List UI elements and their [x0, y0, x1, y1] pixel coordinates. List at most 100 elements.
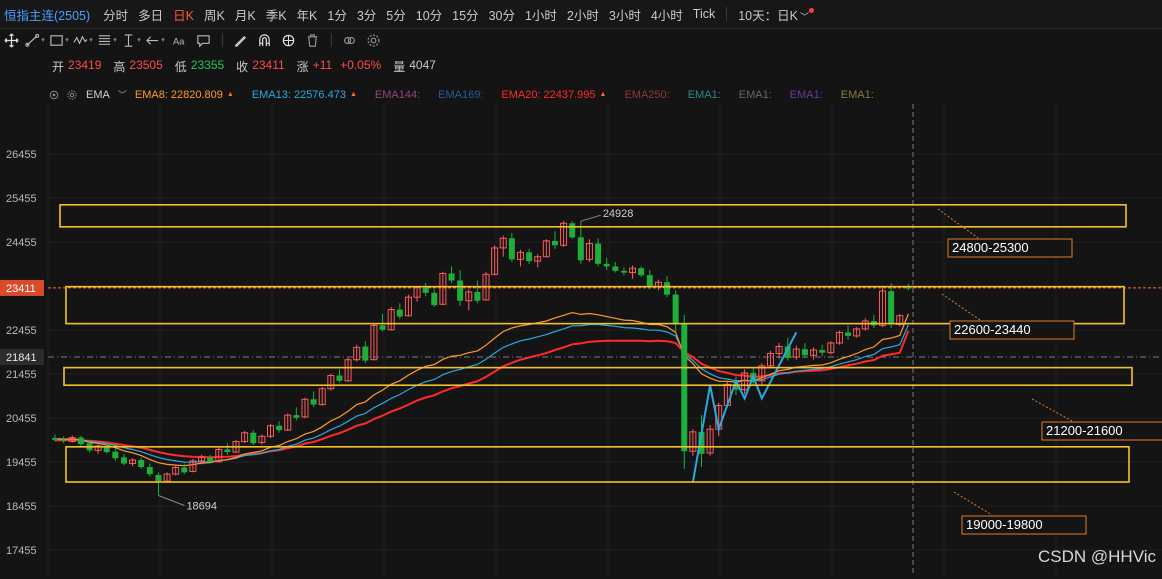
ema-legend-item[interactable]: EMA144:	[375, 89, 420, 101]
y-tick-label: 19455	[6, 457, 37, 469]
ema-value: 22820.809	[170, 88, 223, 101]
candle-body	[379, 325, 386, 330]
timeframe-tab[interactable]: 2小时	[562, 5, 604, 24]
settings-icon[interactable]	[66, 89, 78, 101]
timeframe-tab[interactable]: 3小时	[604, 5, 646, 24]
ema-label: EMA1:	[789, 88, 823, 101]
timeframe-tab[interactable]: 5分	[381, 5, 410, 24]
magnet-icon[interactable]	[253, 30, 275, 50]
timeframe-tab[interactable]: 4小时	[646, 5, 688, 24]
candle-body	[138, 460, 145, 468]
candle-body	[551, 240, 558, 246]
price-zone-box	[59, 204, 1127, 228]
notification-dot	[809, 7, 814, 13]
ema-legend-item[interactable]: EMA1:	[790, 89, 823, 101]
high-annotation-leader	[580, 214, 601, 222]
open-value: 23419	[68, 58, 102, 72]
candle-body	[845, 332, 852, 336]
crosshair-icon[interactable]	[0, 30, 22, 50]
timeframe-tab[interactable]: 月K	[230, 5, 261, 24]
ema-legend-item[interactable]: EMA1:	[841, 89, 874, 101]
vertical-measure-icon[interactable]: ▾	[120, 30, 142, 50]
candle-body	[52, 438, 58, 440]
candle-body	[396, 309, 403, 317]
close-label: 收	[236, 60, 249, 74]
candle-body	[801, 349, 808, 356]
chevron-down-icon: ﹀	[799, 11, 809, 22]
candle-body	[60, 439, 67, 442]
candle-body	[681, 323, 688, 452]
ema-legend-item[interactable]: EMA1:	[688, 89, 721, 101]
timeframe-tab[interactable]: 3分	[352, 5, 381, 24]
candlestick-chart[interactable]: 26455 25455 24455 22455 21455 20455 19455 18455…	[0, 104, 1162, 576]
ema-label: EMA169:	[438, 88, 484, 101]
ema-label: EMA250:	[624, 88, 670, 101]
ema-label: EMA1:	[840, 88, 874, 101]
candle-body	[888, 291, 895, 325]
timeframe-tab[interactable]: 季K	[261, 5, 292, 24]
ema-legend-item[interactable]: EMA250:	[624, 89, 669, 101]
candle-body	[457, 280, 464, 301]
text-icon[interactable]: Aa	[168, 30, 190, 50]
candle-body	[638, 268, 645, 276]
symbol-selector[interactable]: 恒指主连(2505)	[0, 5, 98, 24]
candle-body	[448, 273, 455, 281]
ema-legend-item[interactable]: EMA8: 22820.809 ▲	[135, 89, 234, 101]
volume-label: 量	[393, 60, 406, 74]
timeframe-tab[interactable]: 年K	[292, 5, 323, 24]
low-annotation: 18694	[186, 500, 217, 512]
timeframe-tab[interactable]: 日K	[168, 5, 199, 24]
comment-icon[interactable]	[192, 30, 214, 50]
candle-body	[310, 399, 317, 405]
timeframe-tab[interactable]: 1小时	[520, 5, 562, 24]
chart-area[interactable]: 26455 25455 24455 22455 21455 20455 19455 18455…	[0, 104, 1162, 576]
ema-legend-item[interactable]: EMA169:	[438, 89, 483, 101]
top-bar: 恒指主连(2505) 分时 多日 日K 周K 月K 季K 年K 1分 3分 5分 10分 15分 30分…	[0, 0, 1162, 29]
candle-body	[293, 415, 300, 418]
timeframe-tab[interactable]: 周K	[199, 5, 230, 24]
timeframe-tab[interactable]: 1分	[322, 5, 351, 24]
timeframe-tab[interactable]: Tick	[688, 7, 720, 21]
candle-body	[112, 451, 119, 459]
ema-legend-item[interactable]: EMA20: 22437.995 ▲	[501, 89, 606, 101]
timeframe-tab[interactable]: 分时	[98, 5, 133, 24]
candle-body	[422, 287, 429, 293]
wave-icon[interactable]: ▾	[72, 30, 94, 50]
trend-up-icon: ▲	[349, 91, 357, 98]
trendline-icon[interactable]: ▾	[24, 30, 46, 50]
y-tick-label: 21455	[6, 369, 37, 381]
rectangle-icon[interactable]: ▾	[48, 30, 70, 50]
timeframe-tab[interactable]: 10分	[411, 5, 447, 24]
ema-label: EMA144:	[374, 88, 421, 101]
delete-icon[interactable]	[301, 30, 323, 50]
ema-label: EMA1:	[687, 88, 721, 101]
range-selector[interactable]: 10天：日K ﹀	[733, 5, 814, 24]
timeframe-tab[interactable]: 30分	[484, 5, 520, 24]
candle-body	[577, 237, 584, 261]
ema8-line	[54, 311, 909, 467]
pencil-icon[interactable]	[229, 30, 251, 50]
ema-label: EMA20:	[501, 88, 541, 101]
timeframe-tab[interactable]: 多日	[133, 5, 168, 24]
eye-icon[interactable]	[48, 89, 60, 101]
candle-body	[620, 270, 627, 273]
ema-legend-item[interactable]: EMA1:	[739, 89, 772, 101]
ema-legend-item[interactable]: EMA13: 22576.473 ▲	[252, 89, 357, 101]
timeframe-tab[interactable]: 15分	[447, 5, 483, 24]
arrow-icon[interactable]: ▾	[144, 30, 166, 50]
fibonacci-icon[interactable]: ▾	[96, 30, 118, 50]
settings-icon[interactable]	[362, 30, 384, 50]
candle-body	[146, 467, 153, 475]
ema-indicator-title[interactable]: EMA ﹀	[86, 88, 127, 101]
zone-leader-line	[941, 293, 981, 321]
ema-legend: EMA ﹀ EMA8: 22820.809 ▲ EMA13: 22576.473 ▲ EMA1…	[48, 88, 892, 101]
close-value: 23411	[252, 58, 285, 72]
link-icon[interactable]	[277, 30, 299, 50]
candle-body	[181, 467, 188, 473]
ema-label: EMA13:	[251, 88, 291, 101]
high-value: 23505	[129, 58, 163, 72]
eye-icon[interactable]	[338, 30, 360, 50]
y-tick-label: 26455	[6, 149, 37, 161]
zone-leader-line	[953, 491, 993, 516]
price-zone-box	[63, 366, 1133, 387]
